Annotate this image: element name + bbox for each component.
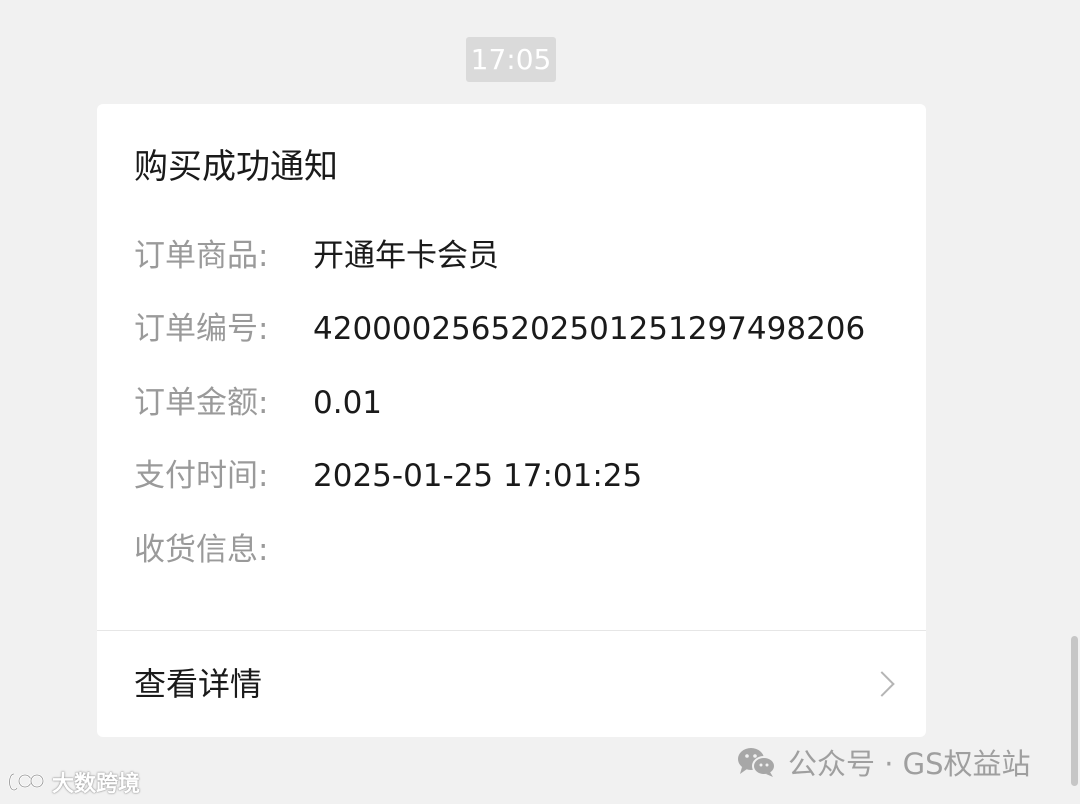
- watermark-right: 公众号 · GS权益站: [736, 740, 1031, 784]
- watermark-left-text: 大数跨境: [52, 772, 141, 797]
- wechat-icon: [738, 748, 776, 777]
- watermark-left: 大数跨境: [6, 766, 140, 798]
- field-label: 订单金额:: [134, 385, 269, 421]
- message-timestamp: 17:05: [466, 37, 556, 82]
- chevron-right-icon: [869, 671, 895, 697]
- view-details-link[interactable]: 查看详情: [97, 631, 926, 737]
- view-details-label: 查看详情: [134, 665, 263, 703]
- card-title: 购买成功通知: [134, 147, 338, 187]
- field-value: 开通年卡会员: [313, 238, 499, 274]
- field-label: 订单商品:: [134, 238, 269, 274]
- field-value: 2025-01-25 17:01:25: [313, 458, 643, 494]
- watermark-right-text: 公众号 · GS权益站: [788, 747, 1031, 781]
- field-value: 0.01: [313, 385, 383, 421]
- scrollbar[interactable]: [1071, 636, 1078, 786]
- field-label: 订单编号:: [134, 311, 269, 347]
- field-label: 支付时间:: [134, 458, 269, 494]
- notification-card: 购买成功通知 订单商品: 开通年卡会员 订单编号: 42000025652025…: [97, 104, 926, 737]
- brand-logo-icon: [8, 772, 45, 792]
- field-label: 收货信息:: [134, 532, 269, 568]
- field-value: 4200002565202501251297498206: [313, 311, 866, 347]
